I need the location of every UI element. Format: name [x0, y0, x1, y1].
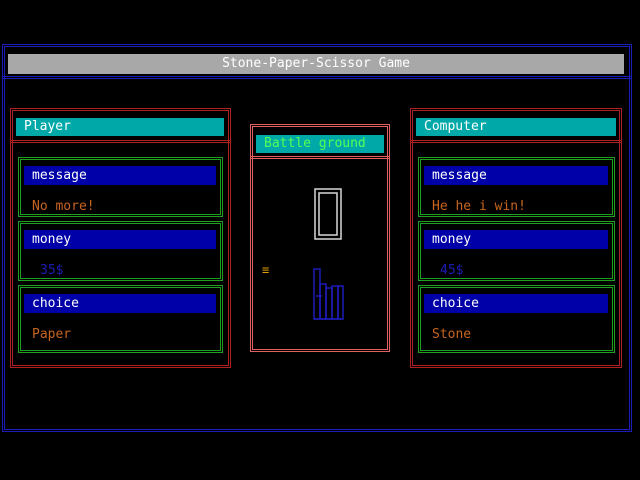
title-bar: Stone-Paper-Scissor Game	[8, 54, 624, 74]
computer-money-value: 45$	[440, 263, 464, 278]
battle-marker: ≡	[262, 263, 270, 277]
computer-message-label: message	[424, 166, 608, 185]
computer-choice-label: choice	[424, 294, 608, 313]
player-message-value: No more!	[32, 199, 95, 214]
player-money-label: money	[24, 230, 216, 249]
player-choice-value: Paper	[32, 327, 72, 342]
computer-header-divider	[410, 140, 622, 143]
computer-header: Computer	[416, 118, 616, 136]
player-money-value: 35$	[40, 263, 64, 278]
player-message-label: message	[24, 166, 216, 185]
computer-money-label: money	[424, 230, 608, 249]
computer-message-value: He he i win!	[432, 199, 526, 214]
player-header: Player	[16, 118, 224, 136]
battle-ground-title: Battle ground	[256, 135, 384, 153]
computer-choice-value: Stone	[432, 327, 472, 342]
battle-ground-divider	[250, 156, 390, 159]
player-header-divider	[10, 140, 231, 143]
player-choice-label: choice	[24, 294, 216, 313]
stone-hand-icon	[314, 188, 342, 240]
title-underline	[2, 76, 632, 79]
paper-hand-icon	[313, 268, 344, 320]
